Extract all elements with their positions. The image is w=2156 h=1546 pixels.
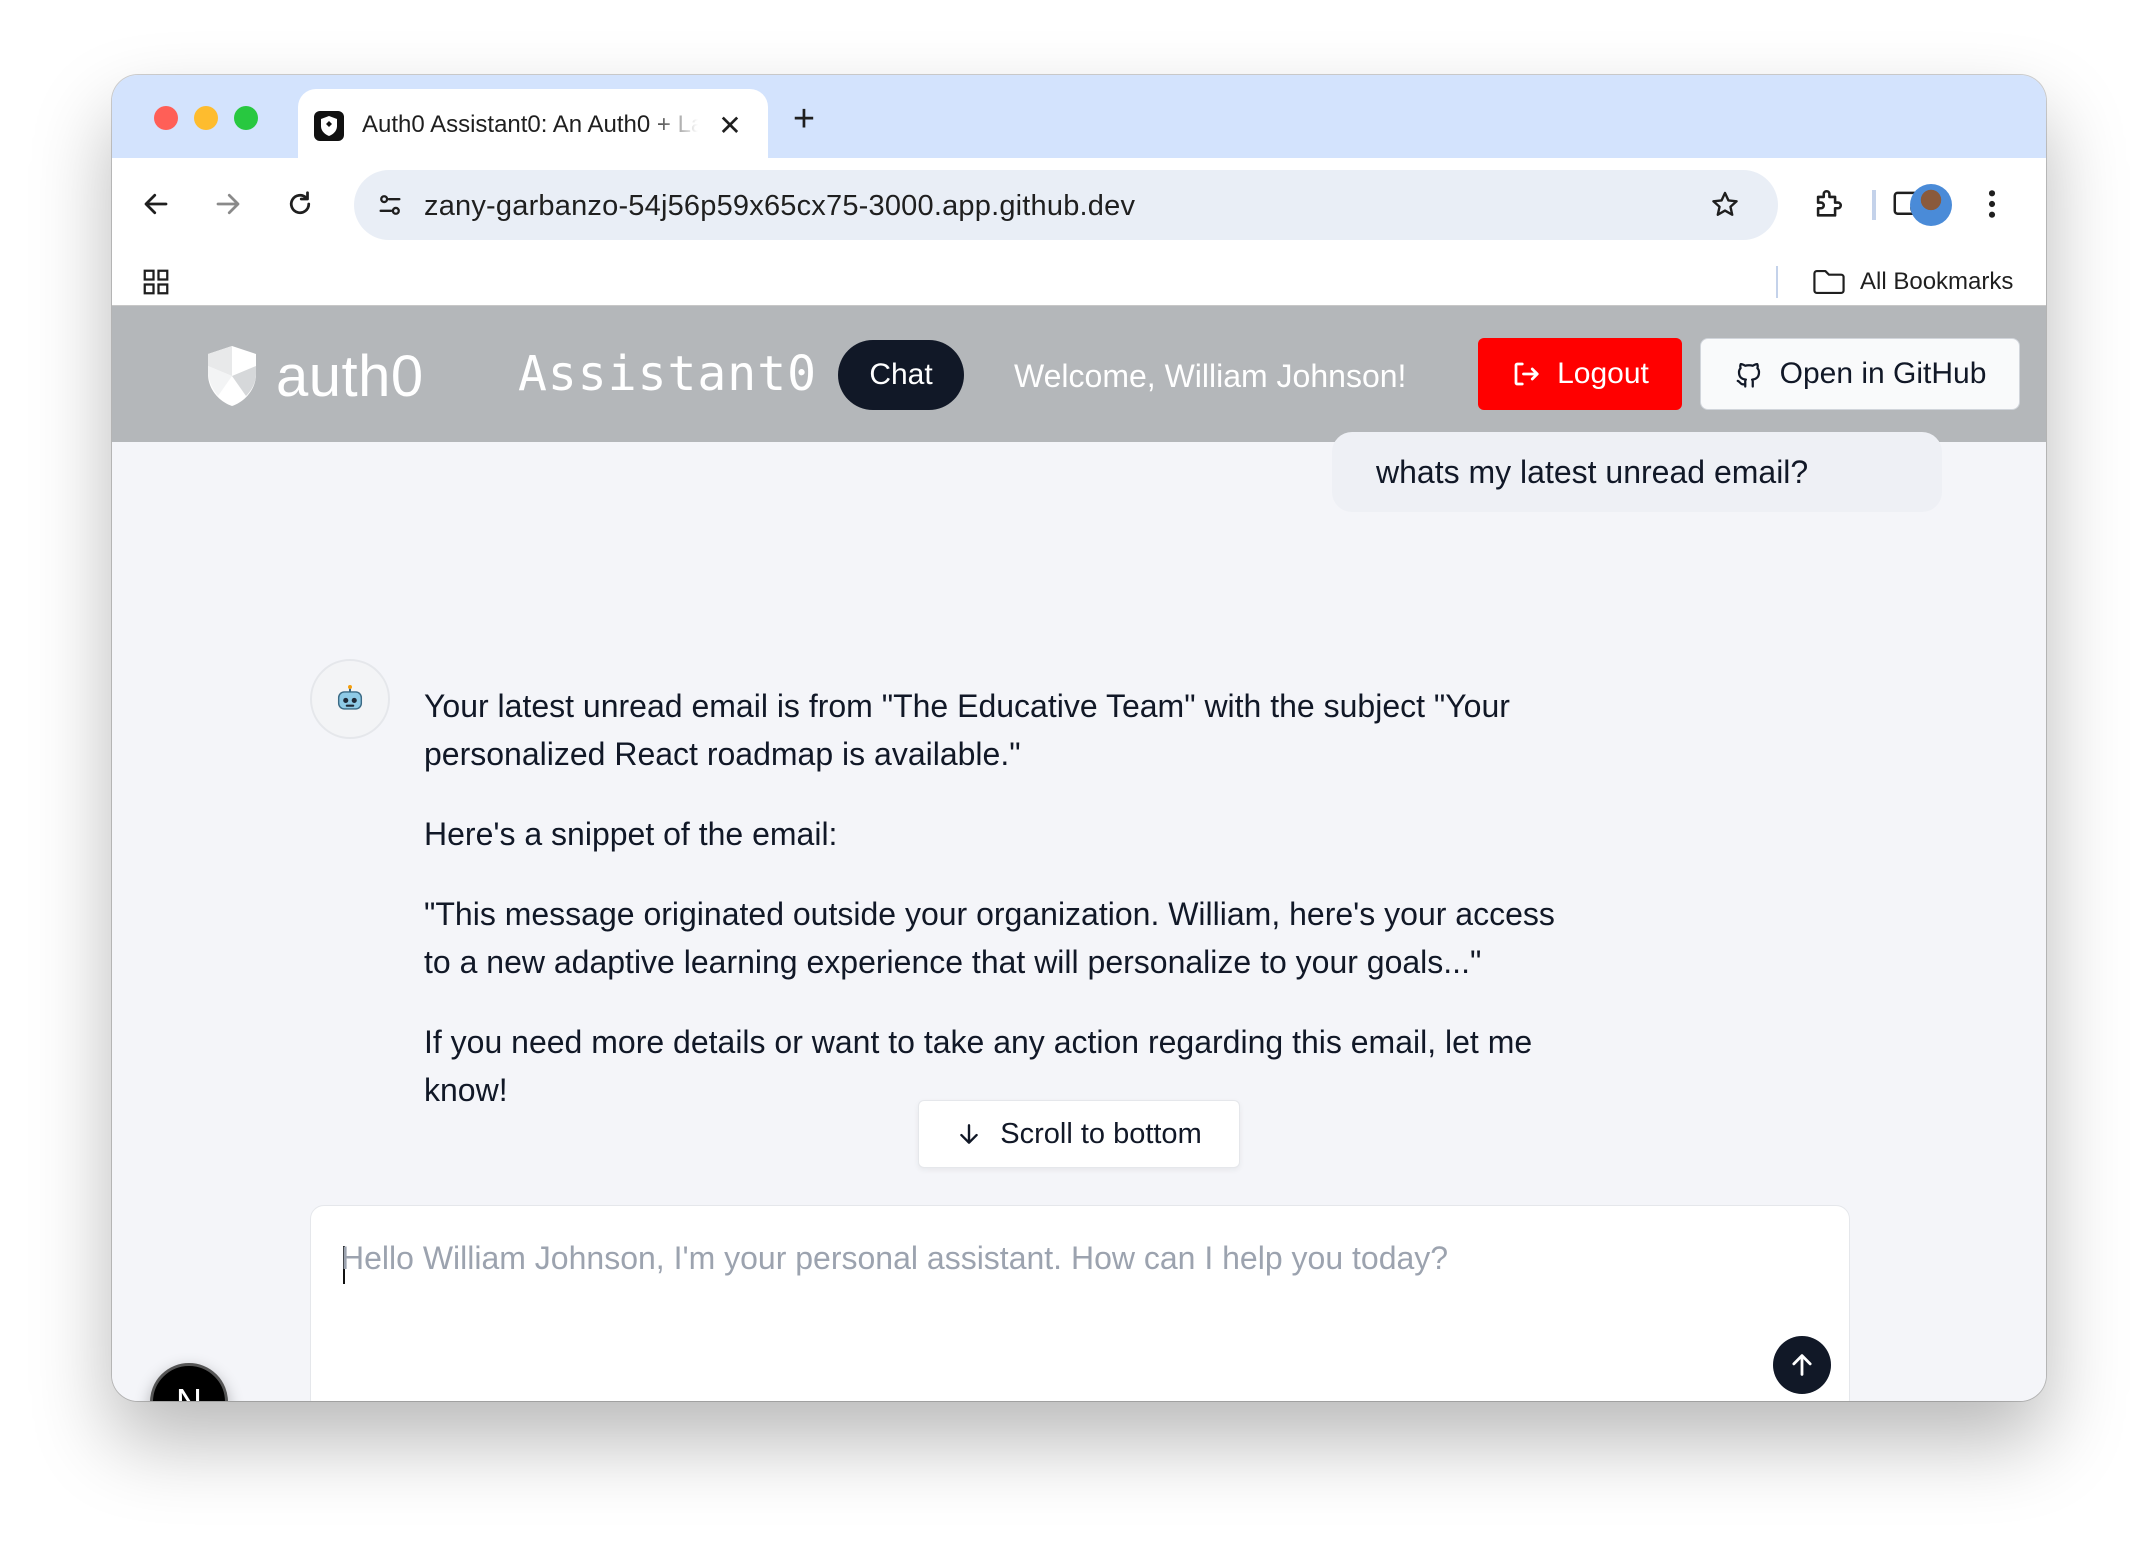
- chat-input-container: [310, 1205, 1850, 1401]
- back-arrow-icon[interactable]: [132, 180, 180, 228]
- github-icon: [1736, 362, 1760, 388]
- close-tab-icon[interactable]: ✕: [712, 107, 748, 143]
- welcome-text: Welcome, William Johnson!: [1014, 358, 1407, 394]
- address-bar[interactable]: zany-garbanzo-54j56p59x65cx75-3000.app.g…: [354, 170, 1778, 240]
- profile-avatar[interactable]: [1910, 184, 1952, 226]
- assistant-paragraph: Here's a snippet of the email:: [424, 816, 838, 852]
- folder-icon: [1813, 269, 1845, 295]
- all-bookmarks-button[interactable]: All Bookmarks: [1812, 264, 2013, 300]
- apps-grid-icon[interactable]: [136, 262, 176, 302]
- assistant-message: Your latest unread email is from "The Ed…: [424, 682, 1574, 1146]
- scroll-to-bottom-button[interactable]: Scroll to bottom: [918, 1100, 1240, 1168]
- browser-toolbar: zany-garbanzo-54j56p59x65cx75-3000.app.g…: [112, 158, 2046, 306]
- browser-tab[interactable]: Auth0 Assistant0: An Auth0 + LangChain +…: [298, 89, 768, 158]
- maximize-window-button[interactable]: [234, 106, 258, 130]
- arrow-up-icon: [1792, 1354, 1812, 1376]
- logout-label: Logout: [1557, 357, 1649, 390]
- site-settings-icon[interactable]: [370, 185, 410, 225]
- app-header: auth0 Assistant0 Chat Welcome, William J…: [112, 306, 2046, 442]
- chat-nav-button[interactable]: Chat: [838, 340, 964, 410]
- tab-title: Auth0 Assistant0: An Auth0 + LangChain +…: [362, 111, 698, 138]
- assistant-paragraph: "This message originated outside your or…: [424, 896, 1555, 980]
- logout-button[interactable]: Logout: [1478, 338, 1682, 410]
- bookmarks-bar: All Bookmarks: [112, 258, 2046, 306]
- app-title: Assistant0: [518, 346, 817, 402]
- scroll-to-bottom-label: Scroll to bottom: [1000, 1117, 1202, 1150]
- forward-arrow-icon[interactable]: [204, 180, 252, 228]
- auth0-favicon-icon: [314, 111, 344, 141]
- url-text[interactable]: zany-garbanzo-54j56p59x65cx75-3000.app.g…: [424, 190, 1135, 223]
- nextjs-dev-badge[interactable]: N: [150, 1363, 228, 1401]
- close-window-button[interactable]: [154, 106, 178, 130]
- assistant-paragraph: Your latest unread email is from "The Ed…: [424, 688, 1510, 772]
- user-message-bubble: whats my latest unread email?: [1332, 432, 1942, 512]
- open-in-github-button[interactable]: Open in GitHub: [1700, 338, 2020, 410]
- auth0-logo[interactable]: auth0: [204, 342, 424, 410]
- tab-strip: Auth0 Assistant0: An Auth0 + LangChain +…: [112, 75, 2046, 158]
- send-button[interactable]: [1773, 1336, 1831, 1394]
- toolbar-divider-2: [1874, 190, 1876, 220]
- all-bookmarks-label: All Bookmarks: [1860, 268, 2014, 295]
- more-menu-icon[interactable]: [1968, 180, 2016, 228]
- reload-icon[interactable]: [276, 180, 324, 228]
- bookmarks-divider: [1776, 266, 1778, 298]
- open-in-github-label: Open in GitHub: [1779, 357, 1987, 390]
- logout-icon: [1514, 362, 1539, 386]
- auth0-shield-icon: [208, 346, 256, 406]
- minimize-window-button[interactable]: [194, 106, 218, 130]
- arrow-down-icon: [960, 1124, 979, 1144]
- extensions-puzzle-icon[interactable]: [1804, 180, 1852, 228]
- new-tab-button[interactable]: +: [782, 97, 826, 141]
- auth0-logo-text: auth0: [276, 343, 424, 409]
- chat-input[interactable]: [341, 1240, 1781, 1360]
- chat-area: whats my latest unread email? Your lates…: [112, 432, 2046, 1401]
- browser-window: Auth0 Assistant0: An Auth0 + LangChain +…: [112, 75, 2046, 1401]
- robot-avatar-icon: [310, 659, 390, 739]
- bookmark-star-icon[interactable]: [1704, 184, 1746, 226]
